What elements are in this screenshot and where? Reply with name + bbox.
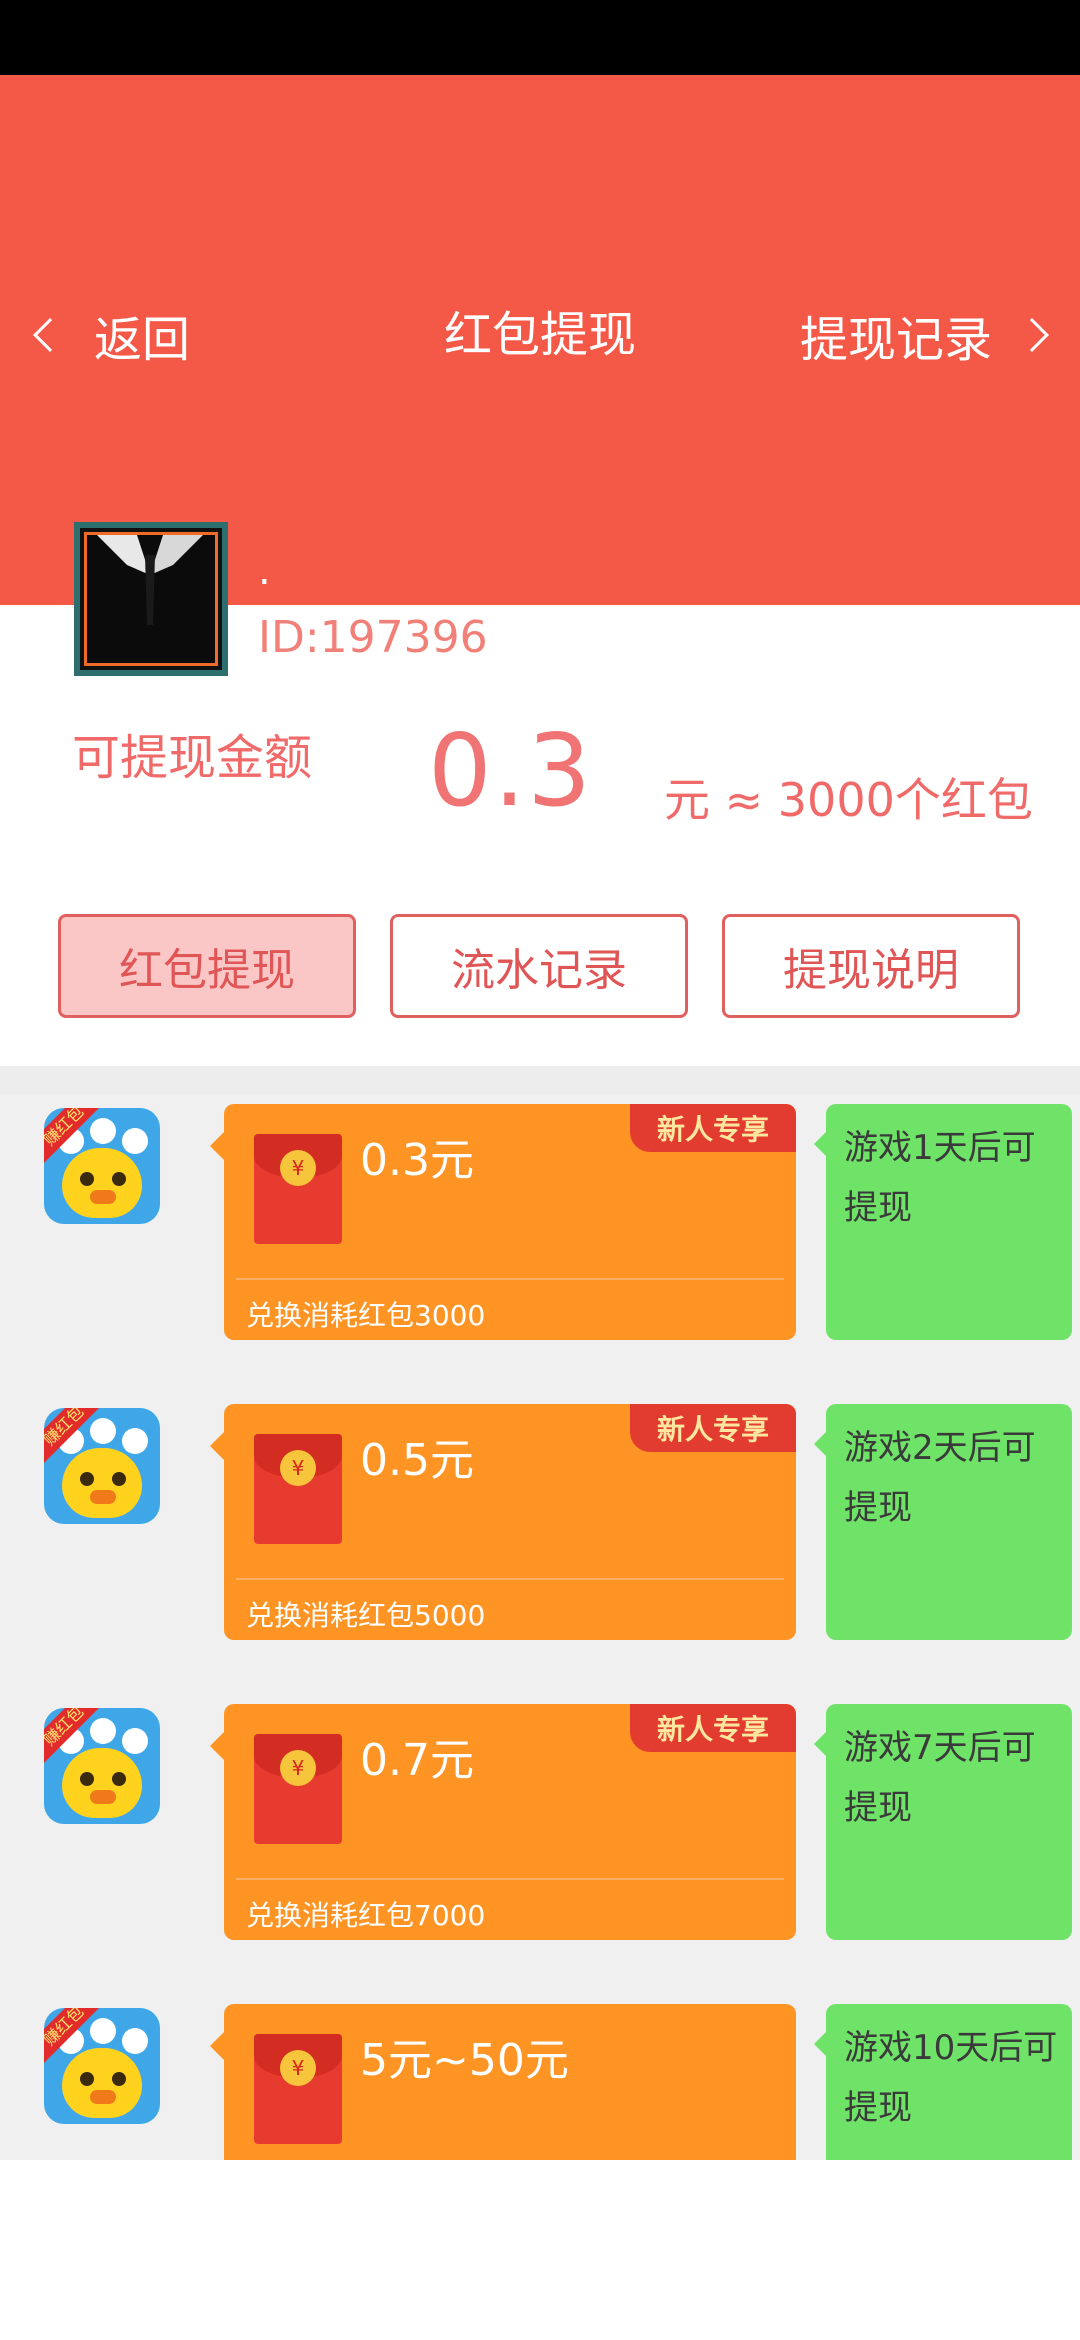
user-id: ID:197396 — [258, 612, 488, 663]
game-app-icon: 赚红包 — [44, 2008, 160, 2124]
list-item: 赚红包 ¥ 0.3元 兑换消耗红包3000 新人专享 游戏1天后可提现 — [0, 1094, 1080, 1394]
withdraw-condition-text: 游戏7天后可提现 — [844, 1728, 1036, 1828]
duck-eye — [112, 1172, 126, 1186]
reward-amount: 0.5元 — [360, 1435, 474, 1486]
yuan-coin-icon: ¥ — [280, 1150, 316, 1186]
user-nickname: . — [258, 548, 271, 594]
status-bar — [0, 0, 1080, 75]
reward-cost: 兑换消耗红包5000 — [246, 1599, 486, 1632]
withdraw-condition-text: 游戏1天后可提现 — [844, 1128, 1036, 1228]
duck-beak — [90, 1190, 116, 1204]
yuan-coin-icon: ¥ — [280, 1750, 316, 1786]
reward-card[interactable]: ¥ 0.7元 兑换消耗红包7000 新人专享 — [210, 1704, 796, 1940]
reward-list: 赚红包 ¥ 0.3元 兑换消耗红包3000 新人专享 游戏1天后可提现 赚红包 — [0, 1094, 1080, 2160]
reward-amount: 0.7元 — [360, 1735, 474, 1786]
flower-decoration — [90, 1718, 116, 1744]
reward-card[interactable]: ¥ 0.3元 兑换消耗红包3000 新人专享 — [210, 1104, 796, 1340]
balance-equivalent: 元 ≈ 3000个红包 — [664, 773, 1033, 827]
flower-decoration — [90, 1418, 116, 1444]
flower-decoration — [122, 2028, 148, 2054]
withdraw-condition-text: 游戏10天后可提现 — [844, 2028, 1058, 2128]
reward-card[interactable]: ¥ 5元~50元 — [210, 2004, 796, 2160]
flower-decoration — [122, 1728, 148, 1754]
tab-transaction-records[interactable]: 流水记录 — [390, 914, 688, 1018]
duck-icon — [62, 1148, 142, 1218]
balance-amount: 0.3 — [428, 712, 594, 829]
red-envelope-icon: ¥ — [254, 1134, 342, 1244]
reward-card[interactable]: ¥ 0.5元 兑换消耗红包5000 新人专享 — [210, 1404, 796, 1640]
withdraw-condition-note: 游戏2天后可提现 — [814, 1404, 1072, 1640]
flower-decoration — [90, 2018, 116, 2044]
duck-beak — [90, 1490, 116, 1504]
reward-amount: 0.3元 — [360, 1135, 474, 1186]
new-user-badge: 新人专享 — [630, 1704, 796, 1752]
new-user-badge: 新人专享 — [630, 1104, 796, 1152]
reward-cost: 兑换消耗红包7000 — [246, 1899, 486, 1932]
withdraw-records-label: 提现记录 — [799, 312, 992, 368]
yuan-coin-icon: ¥ — [280, 1450, 316, 1486]
duck-eye — [80, 1472, 94, 1486]
balance-label: 可提现金额 — [72, 730, 313, 786]
bottom-blank-area — [0, 2160, 1080, 2340]
list-item: 赚红包 ¥ 0.5元 兑换消耗红包5000 新人专享 游戏2天后可提现 — [0, 1394, 1080, 1694]
game-app-icon: 赚红包 — [44, 1408, 160, 1524]
card-divider — [236, 1278, 784, 1280]
list-item: 赚红包 ¥ 5元~50元 游戏10天后可提现 — [0, 1994, 1080, 2160]
tab-withdraw-instructions[interactable]: 提现说明 — [722, 914, 1020, 1018]
tab-redpacket-withdraw[interactable]: 红包提现 — [58, 914, 356, 1018]
yuan-coin-icon: ¥ — [280, 2050, 316, 2086]
withdraw-condition-note: 游戏7天后可提现 — [814, 1704, 1072, 1940]
avatar[interactable] — [74, 522, 228, 676]
card-divider — [236, 1878, 784, 1880]
withdraw-condition-note: 游戏10天后可提现 — [814, 2004, 1072, 2160]
avatar-image — [84, 532, 218, 666]
withdraw-condition-text: 游戏2天后可提现 — [844, 1428, 1036, 1528]
game-app-icon: 赚红包 — [44, 1708, 160, 1824]
duck-icon — [62, 2048, 142, 2118]
duck-eye — [80, 1772, 94, 1786]
duck-eye — [80, 2072, 94, 2086]
reward-cost: 兑换消耗红包3000 — [246, 1299, 486, 1332]
duck-beak — [90, 1790, 116, 1804]
section-divider — [0, 1066, 1080, 1094]
duck-icon — [62, 1748, 142, 1818]
duck-eye — [112, 1772, 126, 1786]
new-user-badge: 新人专享 — [630, 1404, 796, 1452]
red-envelope-icon: ¥ — [254, 1734, 342, 1844]
suit-figure-icon — [87, 535, 213, 661]
withdraw-records-button[interactable]: 提现记录 — [800, 300, 1054, 370]
flower-decoration — [90, 1118, 116, 1144]
duck-eye — [112, 1472, 126, 1486]
duck-icon — [62, 1448, 142, 1518]
card-divider — [236, 1578, 784, 1580]
flower-decoration — [122, 1128, 148, 1154]
chevron-right-icon — [1015, 318, 1049, 352]
duck-beak — [90, 2090, 116, 2104]
red-envelope-icon: ¥ — [254, 2034, 342, 2144]
game-app-icon: 赚红包 — [44, 1108, 160, 1224]
list-item: 赚红包 ¥ 0.7元 兑换消耗红包7000 新人专享 游戏7天后可提现 — [0, 1694, 1080, 1994]
duck-eye — [80, 1172, 94, 1186]
red-envelope-icon: ¥ — [254, 1434, 342, 1544]
flower-decoration — [122, 1428, 148, 1454]
reward-amount: 5元~50元 — [360, 2035, 569, 2086]
withdraw-condition-note: 游戏1天后可提现 — [814, 1104, 1072, 1340]
duck-eye — [112, 2072, 126, 2086]
